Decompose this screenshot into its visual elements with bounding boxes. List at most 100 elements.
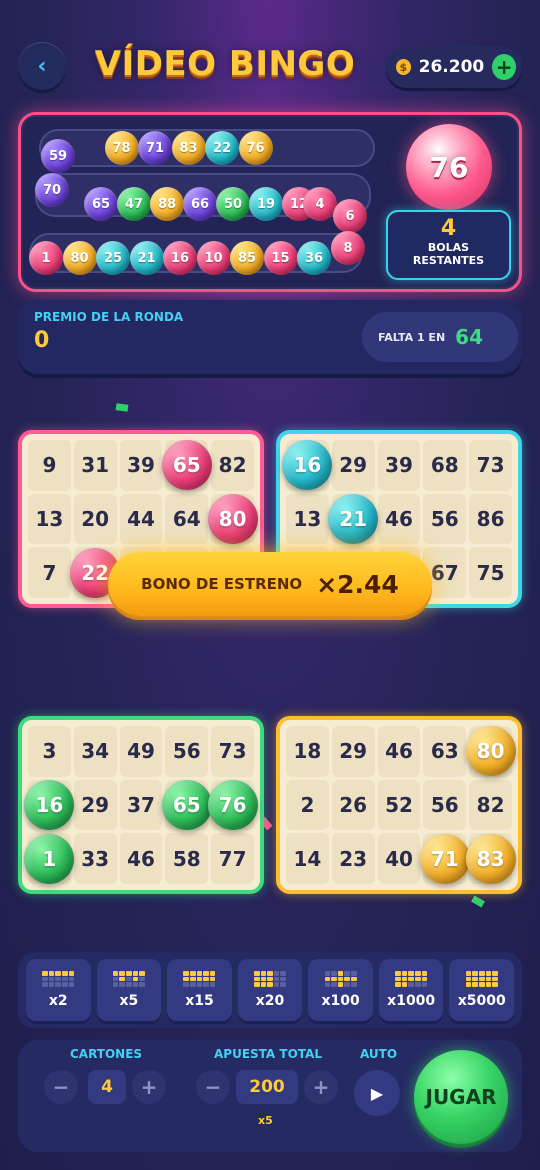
drawn-ball: 47: [117, 187, 151, 221]
bet-decrease-button[interactable]: −: [196, 1070, 230, 1104]
pattern-button[interactable]: x100: [308, 959, 373, 1021]
card-cell: 7: [28, 547, 71, 598]
bonus-label: BONO DE ESTRENO: [141, 575, 303, 593]
bet-increase-button[interactable]: +: [304, 1070, 338, 1104]
pattern-button[interactable]: x20: [237, 959, 303, 1021]
auto-label: AUTO: [360, 1047, 398, 1061]
card-cell: 76: [207, 779, 258, 831]
drawn-ball: 22: [205, 131, 239, 165]
pattern-grid-icon: [395, 971, 428, 987]
jugar-button[interactable]: JUGAR: [414, 1050, 508, 1144]
drawn-ball: 85: [230, 241, 264, 275]
pattern-button[interactable]: x1000: [378, 959, 444, 1021]
pattern-button[interactable]: x5: [96, 959, 162, 1021]
card-cell: 83: [465, 833, 516, 884]
card-cell: 23: [331, 833, 375, 884]
card-cell: 3: [28, 726, 71, 777]
drawn-ball: 59: [41, 139, 75, 173]
drawn-ball: 4: [303, 187, 337, 221]
bingo-card-3[interactable]: 3 34 49 56 73 16 29 37 65 76 1 33 46 58 77: [18, 716, 264, 894]
card-cell: 13: [28, 493, 71, 545]
card-cell: 82: [469, 779, 512, 831]
card-cell: 39: [377, 440, 421, 491]
card-cell: 40: [377, 833, 421, 884]
card-cell: 71: [419, 833, 470, 884]
missing-value: 64: [455, 325, 483, 349]
marked-ball: 65: [161, 440, 212, 491]
card-cell: 37: [119, 779, 163, 831]
pattern-multiplier: x1000: [387, 993, 436, 1009]
bingo-card-4[interactable]: 18 29 46 63 80 2 26 52 56 82 14 23 40 71 83: [276, 716, 522, 894]
card-cell: 73: [469, 440, 512, 491]
pattern-grid-icon: [183, 971, 216, 987]
marked-ball: 16: [282, 440, 333, 491]
card-cell: 31: [73, 440, 117, 491]
cards-label: CARTONES: [70, 1047, 143, 1061]
drawn-ball: 70: [35, 173, 69, 207]
drawn-ball: 50: [216, 187, 250, 221]
drawn-ball: 36: [297, 241, 331, 275]
pattern-multiplier: x20: [255, 993, 285, 1009]
card-cell: 18: [286, 726, 329, 777]
drawn-ball: 15: [263, 241, 298, 275]
card-cell: 26: [331, 779, 375, 831]
card-cell: 63: [423, 726, 467, 777]
card-cell: 14: [286, 833, 329, 884]
drawn-ball: 6: [333, 199, 367, 233]
card-cell: 56: [423, 493, 467, 545]
remaining-count: 4: [440, 216, 457, 241]
drawn-ball: 78: [104, 131, 139, 165]
card-cell: 52: [377, 779, 421, 831]
card-cell: 58: [165, 833, 209, 884]
marked-ball: 71: [419, 833, 470, 884]
drawn-ball: 8: [331, 231, 365, 265]
card-cell: 46: [119, 833, 163, 884]
marked-ball: 83: [465, 833, 516, 884]
pattern-button[interactable]: x15: [167, 959, 232, 1021]
card-cell: 77: [211, 833, 254, 884]
missing-label: FALTA 1 EN: [378, 330, 446, 344]
play-icon: ▶: [370, 1083, 384, 1103]
card-cell: 86: [469, 493, 512, 545]
pattern-multiplier: x100: [321, 993, 360, 1009]
card-cell: 13: [286, 493, 329, 545]
pattern-multiplier: x5: [119, 993, 139, 1009]
auto-play-button[interactable]: ▶: [354, 1070, 400, 1116]
pattern-multiplier: x2: [48, 993, 68, 1009]
pattern-button[interactable]: x2: [26, 959, 91, 1021]
cards-decrease-button[interactable]: −: [44, 1070, 78, 1104]
missing-one-pill: FALTA 1 EN 64: [362, 312, 518, 362]
drawn-ball: 80: [62, 241, 97, 275]
card-cell: 64: [165, 493, 209, 545]
bet-value: 200: [236, 1070, 298, 1104]
marked-ball: 1: [24, 833, 75, 884]
back-button[interactable]: ‹: [18, 42, 66, 90]
cards-increase-button[interactable]: +: [132, 1070, 166, 1104]
cards-value: 4: [88, 1070, 126, 1104]
pattern-grid-icon: [42, 971, 75, 987]
remaining-label-1: BOLAS: [427, 241, 470, 254]
card-cell: 21: [328, 493, 379, 545]
drawn-ball: 65: [84, 187, 118, 221]
marked-ball: 80: [465, 726, 516, 777]
drawn-ball: 1: [29, 241, 63, 275]
card-cell: 68: [423, 440, 467, 491]
card-cell: 33: [73, 833, 117, 884]
marked-ball: 76: [207, 779, 258, 830]
drawn-ball: 21: [129, 241, 164, 275]
drawn-ball: 66: [183, 187, 217, 221]
drawn-ball: 19: [249, 187, 283, 221]
confetti-piece: [471, 895, 485, 908]
current-ball: 76: [406, 124, 492, 210]
pattern-grid-icon: [112, 971, 145, 987]
confetti-piece: [115, 403, 129, 412]
pattern-button[interactable]: x5000: [449, 959, 515, 1021]
drawn-ball: 10: [196, 241, 231, 275]
bet-label: APUESTA TOTAL: [214, 1047, 322, 1061]
card-cell: 49: [119, 726, 163, 777]
add-funds-button[interactable]: +: [492, 54, 516, 80]
drawn-ball: 76: [238, 131, 273, 165]
card-cell: 44: [119, 493, 163, 545]
card-cell: 56: [165, 726, 209, 777]
card-cell: 80: [465, 726, 516, 777]
